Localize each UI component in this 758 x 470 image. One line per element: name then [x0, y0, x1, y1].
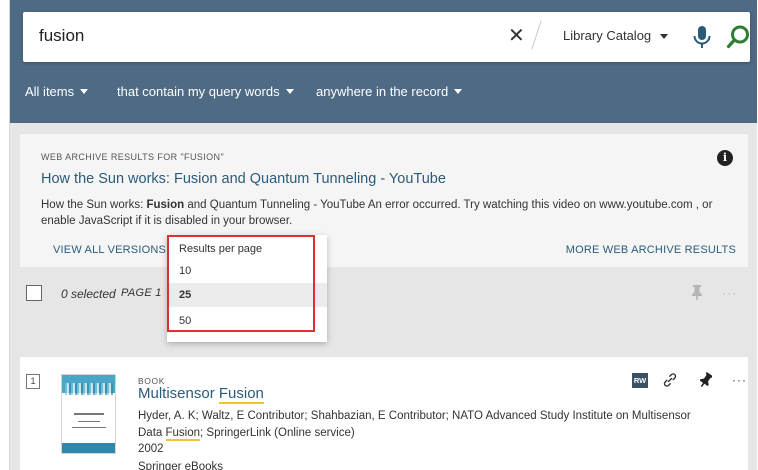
search-bar: fusion ✕ Library Catalog	[23, 12, 750, 62]
cover-graphic	[62, 443, 115, 453]
web-archive-title-link[interactable]: How the Sun works: Fusion and Quantum Tu…	[41, 171, 446, 187]
results-page: fusion ✕ Library Catalog All items that …	[9, 0, 757, 470]
per-page-option-50[interactable]: 50	[167, 309, 327, 333]
chevron-down-icon	[285, 89, 294, 94]
filter-items-label: All items	[25, 84, 75, 99]
cover-graphic	[74, 413, 104, 415]
clear-search-icon[interactable]: ✕	[508, 24, 525, 48]
filter-location-dropdown[interactable]: anywhere in the record	[316, 84, 463, 99]
title-text: Multisensor	[138, 385, 219, 402]
filter-match-dropdown[interactable]: that contain my query words	[117, 84, 294, 99]
page-indicator[interactable]: PAGE 1	[121, 287, 162, 299]
result-authors: Hyder, A. K; Waltz, E Contributor; Shahb…	[138, 408, 698, 442]
pin-icon[interactable]	[691, 284, 703, 300]
view-all-versions-link[interactable]: VIEW ALL VERSIONS	[53, 244, 166, 256]
pin-icon[interactable]	[700, 372, 712, 388]
select-all-checkbox[interactable]	[26, 285, 42, 301]
authors-text: ; SpringerLink (Online service)	[200, 427, 355, 439]
book-cover-thumbnail[interactable]	[61, 374, 116, 454]
filter-items-dropdown[interactable]: All items	[25, 84, 89, 99]
result-title-link[interactable]: Multisensor Fusion	[138, 385, 264, 404]
search-scope-dropdown[interactable]: Library Catalog	[563, 28, 651, 43]
web-archive-label: WEB ARCHIVE RESULTS FOR "FUSION"	[41, 152, 225, 162]
link-icon[interactable]	[662, 372, 678, 388]
microphone-icon[interactable]	[689, 24, 715, 50]
cover-graphic	[78, 421, 100, 422]
result-year: 2002	[138, 443, 164, 455]
more-web-archive-results-link[interactable]: MORE WEB ARCHIVE RESULTS	[566, 244, 736, 256]
snippet-match: Fusion	[146, 199, 185, 211]
cover-graphic	[65, 383, 113, 395]
filter-location-label: anywhere in the record	[316, 84, 449, 99]
search-icon[interactable]	[725, 24, 751, 50]
search-filters: All items that contain my query words an…	[10, 78, 757, 104]
selected-count: 0 selected	[61, 287, 116, 301]
result-number[interactable]: 1	[26, 374, 40, 389]
results-per-page-title: Results per page	[179, 243, 263, 255]
authors-match: Fusion	[165, 427, 201, 441]
rw-badge[interactable]: RW	[632, 373, 648, 388]
more-options-icon[interactable]: ···	[732, 373, 747, 387]
result-item: 1 BOOK Multisensor Fusion Hyder, A. K; W…	[20, 357, 748, 470]
per-page-option-10[interactable]: 10	[167, 259, 327, 283]
snippet-text: How the Sun works:	[41, 199, 147, 211]
results-toolbar: 0 selected PAGE 1 ···	[10, 268, 757, 308]
search-divider	[531, 20, 542, 50]
cover-graphic	[72, 427, 106, 428]
web-archive-snippet: How the Sun works: Fusion and Quantum Tu…	[41, 197, 736, 229]
more-options-icon[interactable]: ···	[722, 286, 737, 300]
search-input[interactable]: fusion	[39, 26, 84, 46]
per-page-option-25[interactable]: 25	[167, 283, 327, 307]
chevron-down-icon	[80, 89, 89, 94]
search-header: fusion ✕ Library Catalog All items that …	[10, 0, 757, 123]
chevron-down-icon	[454, 89, 463, 94]
title-match: Fusion	[218, 385, 264, 404]
results-per-page-menu: Results per page 10 25 50	[167, 235, 327, 342]
web-archive-card: WEB ARCHIVE RESULTS FOR "FUSION" i How t…	[20, 134, 748, 267]
filter-match-label: that contain my query words	[117, 84, 280, 99]
result-source: Springer eBooks	[138, 461, 224, 470]
info-icon[interactable]: i	[717, 150, 733, 166]
chevron-down-icon[interactable]	[660, 34, 668, 39]
